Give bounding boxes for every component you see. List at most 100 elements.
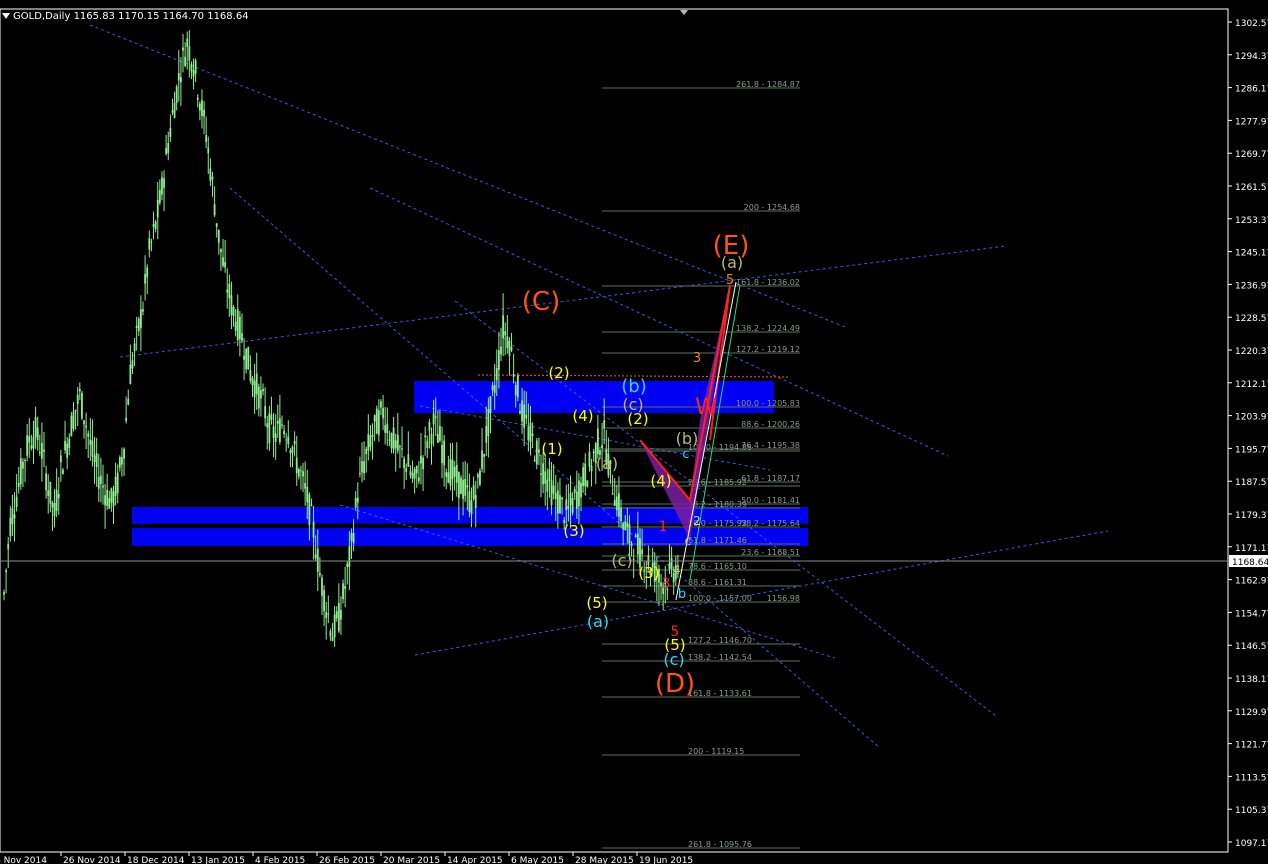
candle-body <box>430 433 433 445</box>
candle-body <box>316 548 319 572</box>
y-tick-label-16: 1179.37 <box>1235 511 1268 521</box>
candle-body <box>634 535 637 537</box>
fib-label-3: 161.8 - 1236.02 <box>736 278 800 287</box>
candle-body <box>573 488 576 493</box>
candle-body <box>260 390 262 399</box>
wave-label-23: W <box>695 395 717 420</box>
candle-body <box>611 493 614 495</box>
candle-body <box>497 350 500 370</box>
x-tick-label-8: 14 Apr 2015 <box>447 856 503 864</box>
candle-body <box>628 524 631 544</box>
candle-body <box>150 241 153 243</box>
x-tick-label-6: 26 Feb 2015 <box>319 856 375 864</box>
candle-body <box>108 498 111 509</box>
candle-body <box>411 472 414 479</box>
candle-body <box>630 543 633 547</box>
candle-body <box>146 267 149 278</box>
wave-label-25: 3 <box>662 576 671 592</box>
candle-body <box>5 570 8 573</box>
candle-body <box>554 493 557 500</box>
candle-body <box>291 447 294 453</box>
candle-body <box>434 416 437 418</box>
candle-body <box>154 221 157 229</box>
candle-body <box>342 583 344 600</box>
candle-body <box>255 373 258 395</box>
fib-label-21: 1156.98 <box>767 594 800 603</box>
candle-body <box>144 274 146 284</box>
candle-body <box>615 496 618 511</box>
candle-body <box>236 309 239 341</box>
candle-body <box>447 472 450 483</box>
candle-body <box>28 436 31 443</box>
candle-body <box>226 289 229 293</box>
candle-body <box>241 333 243 341</box>
candle-body <box>476 474 479 478</box>
candle-body <box>525 414 528 419</box>
candle-body <box>354 498 357 508</box>
chart-background <box>0 0 1268 864</box>
candle-body <box>641 549 643 555</box>
fib-label-22: 127.2 - 1146.70 <box>688 636 752 645</box>
wave-label-18: (b) <box>676 429 699 448</box>
candle-body <box>234 321 237 331</box>
candle-body <box>344 585 347 589</box>
candle-body <box>95 453 98 468</box>
fib-label-5: 127.2 - 1219.12 <box>736 345 800 354</box>
x-tick-label-9: 6 May 2015 <box>511 856 564 864</box>
candle-body <box>337 602 340 632</box>
candle-body <box>462 479 464 499</box>
candle-body <box>542 463 545 485</box>
candle-body <box>561 497 563 500</box>
wave-label-15: (a) <box>596 454 618 473</box>
price-chart[interactable]: 261.8 - 1284.87 200 - 1254.68 161.8 - 1236… <box>0 0 1268 864</box>
candle-body <box>596 428 599 455</box>
candle-body <box>331 637 334 642</box>
candle-body <box>394 440 397 449</box>
fib-label-2: 200 - 1254.68 <box>744 203 800 212</box>
wave-label-4: (2) <box>548 364 569 382</box>
candle-body <box>575 491 578 509</box>
candle-body <box>377 410 380 435</box>
candle-body <box>352 533 355 544</box>
candle-body <box>466 485 469 488</box>
candle-body <box>479 470 481 485</box>
x-tick-label-2: 26 Nov 2014 <box>63 856 121 864</box>
candle-body <box>97 477 100 489</box>
x-tick-label-4: 13 Jan 2015 <box>191 856 245 864</box>
wave-label-11: (3) <box>638 564 659 582</box>
candle-body <box>578 480 580 507</box>
candle-body <box>17 482 20 487</box>
candle-body <box>278 418 281 443</box>
candle-body <box>535 440 538 465</box>
candle-body <box>152 224 155 227</box>
candle-body <box>325 612 328 619</box>
candle-body <box>550 480 553 506</box>
candle-body <box>78 388 81 392</box>
high-value: 1170.15 <box>118 11 160 22</box>
candle-body <box>64 440 66 451</box>
candle-body <box>66 443 69 458</box>
candle-body <box>87 433 90 437</box>
candle-body <box>386 423 389 434</box>
fib-label-6: 100.0 - 1205.83 <box>736 399 800 408</box>
chart-area[interactable]: 261.8 - 1284.87 200 - 1254.68 161.8 - 1236… <box>0 0 1268 864</box>
candle-body <box>274 433 277 442</box>
y-tick-label-3: 1286.17 <box>1235 85 1268 95</box>
candle-body <box>74 409 77 412</box>
candle-body <box>22 461 24 469</box>
candle-body <box>396 434 399 451</box>
candle-body <box>620 507 622 521</box>
y-tick-label-11: 1220.37 <box>1235 347 1268 357</box>
candle-body <box>567 505 570 509</box>
dropdown-triangle-icon[interactable] <box>2 13 10 19</box>
wave-label-28: b <box>678 587 686 602</box>
fib-label-4: 138.2 - 1224.49 <box>736 324 800 333</box>
candle-body <box>308 494 311 526</box>
candle-body <box>116 472 119 494</box>
candle-body <box>548 469 551 481</box>
candle-body <box>99 475 102 484</box>
fib-label-12: 50.0 - 1181.41 <box>741 496 800 505</box>
candle-body <box>262 388 264 392</box>
candle-body <box>272 426 275 438</box>
candle-body <box>407 454 410 467</box>
